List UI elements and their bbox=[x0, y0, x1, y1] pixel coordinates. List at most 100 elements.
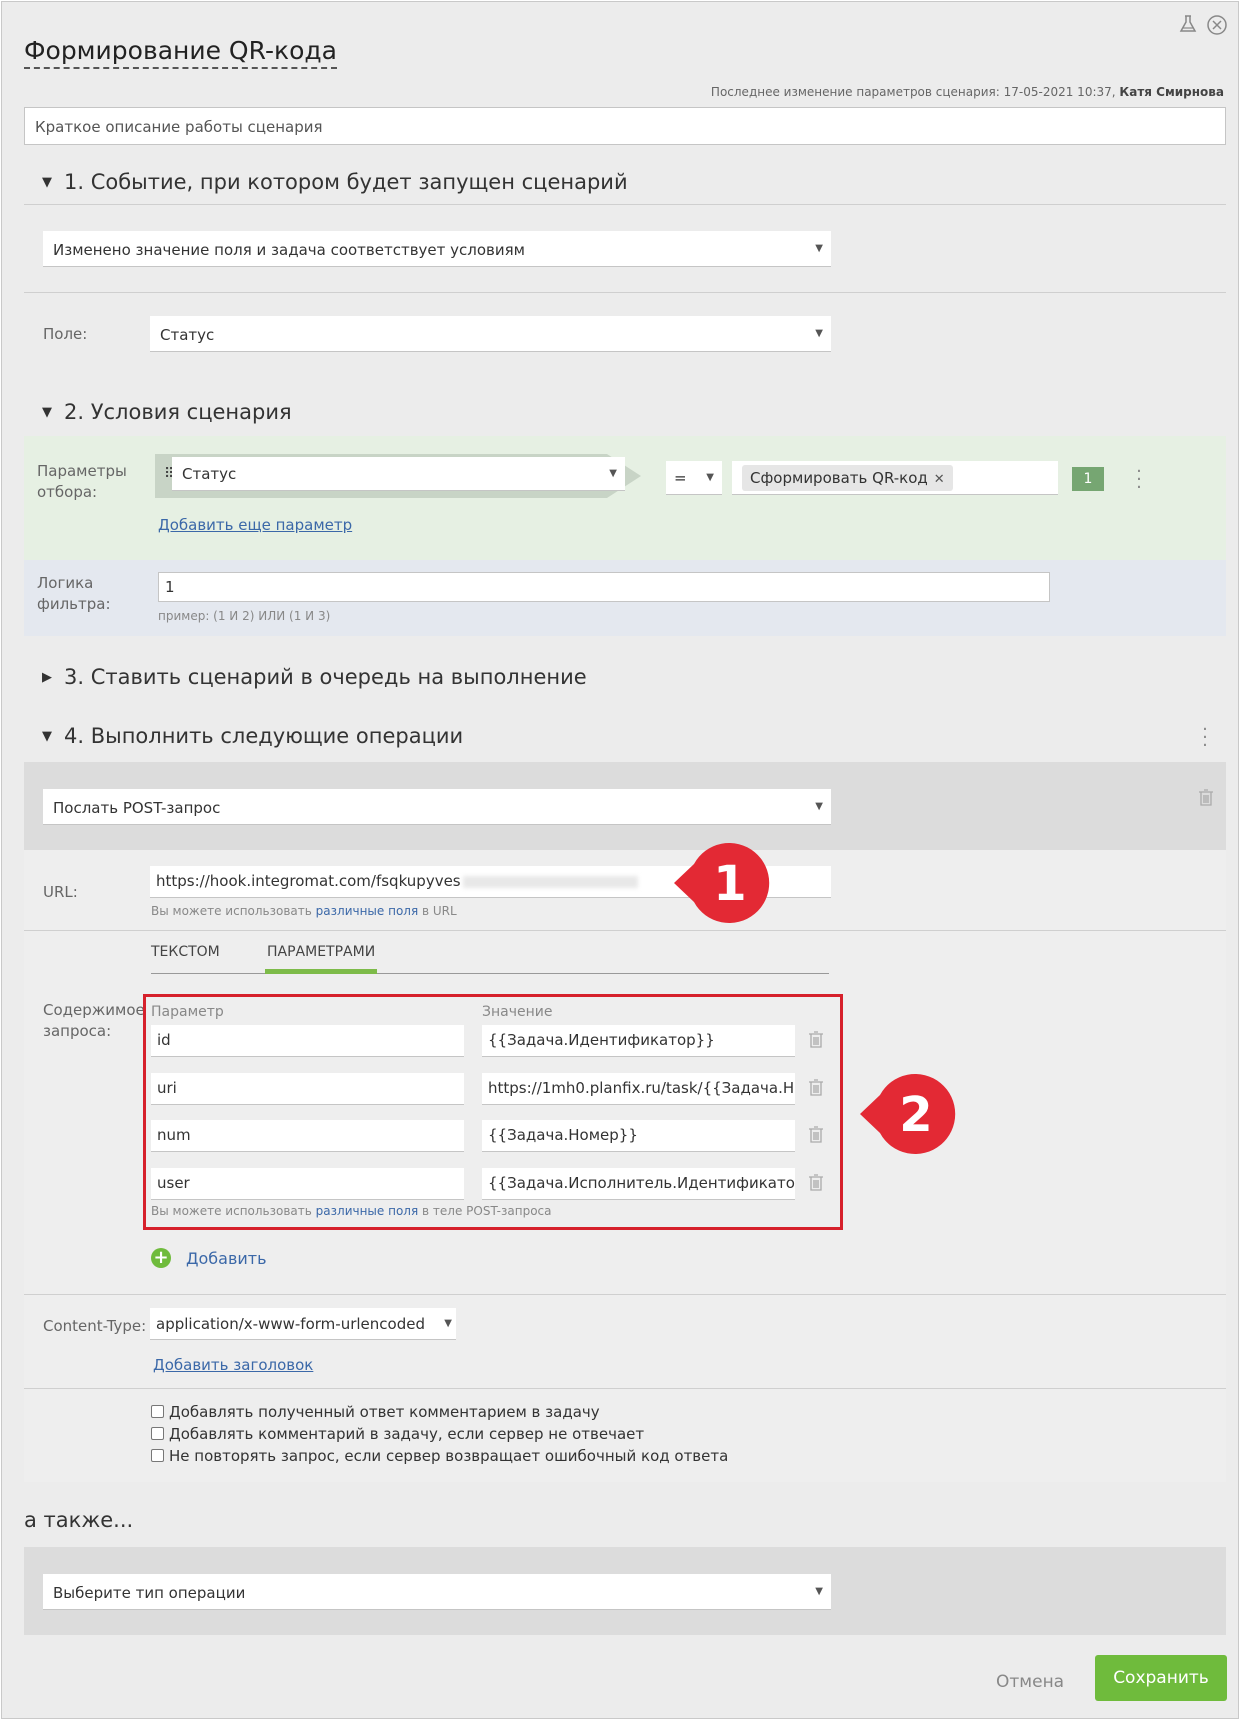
filter-logic-label: Логика фильтра: bbox=[37, 573, 111, 615]
trash-icon[interactable] bbox=[808, 1031, 824, 1049]
more-options-icon[interactable]: · · · bbox=[1134, 463, 1144, 497]
operation-select[interactable]: Послать POST-запрос ▼ bbox=[43, 789, 831, 825]
add-param-link[interactable]: Добавить еще параметр bbox=[158, 516, 352, 534]
checkbox[interactable] bbox=[151, 1405, 164, 1418]
tab-text[interactable]: ТЕКСТОМ bbox=[151, 944, 220, 960]
event-select[interactable]: Изменено значение поля и задача соответс… bbox=[43, 231, 831, 267]
param-value-input[interactable]: https://1mh0.planfix.ru/task/{{Задача.Н bbox=[482, 1073, 795, 1105]
body-hint-prefix: Вы можете использовать bbox=[151, 1204, 312, 1218]
tab-params[interactable]: ПАРАМЕТРАМИ bbox=[265, 944, 378, 974]
filter-params-label: Параметры отбора: bbox=[37, 461, 127, 503]
body-label-line2: запроса: bbox=[43, 1022, 112, 1040]
close-icon[interactable] bbox=[1206, 14, 1228, 36]
filter-logic-input[interactable]: 1 bbox=[158, 572, 1050, 602]
collapse-triangle-icon[interactable]: ▼ bbox=[42, 729, 64, 744]
url-hint-suffix: в URL bbox=[422, 904, 457, 918]
dropdown-caret-icon: ▼ bbox=[815, 801, 823, 812]
url-input-value: https://hook.integromat.com/fsqkupyves bbox=[156, 872, 461, 890]
operator-select[interactable]: = ▼ bbox=[666, 461, 722, 495]
scenario-window: Формирование QR-кода Последнее изменение… bbox=[1, 1, 1239, 1719]
annotation-marker-2: 2 bbox=[860, 1074, 956, 1154]
trash-icon[interactable] bbox=[1198, 789, 1214, 807]
section2-title: 2. Условия сценария bbox=[64, 400, 292, 424]
page-title[interactable]: Формирование QR-кода bbox=[24, 36, 337, 69]
field-select[interactable]: Статус ▼ bbox=[150, 316, 831, 352]
dropdown-caret-icon: ▼ bbox=[609, 468, 617, 479]
trash-icon[interactable] bbox=[808, 1079, 824, 1097]
param-value-input[interactable]: {{Задача.Идентификатор}} bbox=[482, 1025, 795, 1057]
field-label: Поле: bbox=[43, 325, 88, 343]
filter-logic-label-line2: фильтра: bbox=[37, 595, 111, 613]
content-type-label: Content-Type: bbox=[43, 1317, 147, 1335]
column-header-value: Значение bbox=[482, 1004, 553, 1020]
add-param-button[interactable]: Добавить bbox=[186, 1249, 267, 1268]
url-hint-link[interactable]: различные поля bbox=[316, 904, 419, 918]
also-title: а также... bbox=[24, 1508, 134, 1532]
last-modified-text: Последнее изменение параметров сценария:… bbox=[710, 85, 1116, 99]
body-label-line1: Содержимое bbox=[43, 1001, 145, 1019]
section3-header[interactable]: ▶ 3. Ставить сценарий в очередь на выполн… bbox=[42, 665, 587, 689]
remove-tag-icon[interactable]: ✕ bbox=[934, 472, 945, 487]
collapse-triangle-icon[interactable]: ▼ bbox=[42, 175, 64, 190]
trash-icon[interactable] bbox=[808, 1174, 824, 1192]
checkbox-add-response[interactable]: Добавлять полученный ответ комментарием … bbox=[151, 1403, 600, 1421]
collapse-triangle-icon[interactable]: ▼ bbox=[42, 405, 64, 420]
param-name-input[interactable]: uri bbox=[151, 1073, 464, 1105]
section2-header[interactable]: ▼ 2. Условия сценария bbox=[42, 400, 292, 424]
body-mode-tabs: ТЕКСТОМ ПАРАМЕТРАМИ bbox=[151, 942, 829, 974]
dropdown-caret-icon: ▼ bbox=[706, 472, 714, 483]
param-name-input[interactable]: id bbox=[151, 1025, 464, 1057]
add-header-link[interactable]: Добавить заголовок bbox=[153, 1356, 313, 1374]
annotation-marker-1: 1 bbox=[674, 843, 770, 923]
section1-header[interactable]: ▼ 1. Событие, при котором будет запущен с… bbox=[42, 170, 628, 194]
param-field-value: Статус bbox=[182, 465, 237, 483]
checkbox-no-retry[interactable]: Не повторять запрос, если сервер возвращ… bbox=[151, 1447, 728, 1465]
dropdown-caret-icon: ▼ bbox=[815, 243, 823, 254]
value-tag-label: Сформировать QR-код bbox=[750, 469, 928, 487]
add-circle-icon[interactable]: + bbox=[151, 1248, 171, 1268]
url-hint: Вы можете использовать различные поля в … bbox=[151, 904, 457, 918]
param-name-input[interactable]: user bbox=[151, 1168, 464, 1200]
body-label: Содержимое запроса: bbox=[43, 1000, 145, 1042]
param-field-select[interactable]: Статус ▼ bbox=[172, 457, 625, 491]
body-hint-suffix: в теле POST-запроса bbox=[422, 1204, 552, 1218]
filter-logic-label-line1: Логика bbox=[37, 574, 94, 592]
section4-header[interactable]: ▼ 4. Выполнить следующие операции bbox=[42, 724, 463, 748]
param-value-input[interactable]: {{Задача.Исполнитель.Идентификатор}} bbox=[482, 1168, 795, 1200]
section3-title: 3. Ставить сценарий в очередь на выполне… bbox=[64, 665, 587, 689]
checkbox-label: Не повторять запрос, если сервер возвращ… bbox=[169, 1447, 729, 1465]
body-hint: Вы можете использовать различные поля в … bbox=[151, 1204, 552, 1218]
field-select-value: Статус bbox=[160, 326, 215, 344]
operator-value: = bbox=[674, 469, 687, 487]
param-value-input[interactable]: {{Задача.Номер}} bbox=[482, 1120, 795, 1152]
description-input[interactable]: Краткое описание работы сценария bbox=[24, 107, 1226, 145]
param-name-input[interactable]: num bbox=[151, 1120, 464, 1152]
checkbox[interactable] bbox=[151, 1427, 164, 1440]
divider bbox=[24, 292, 1226, 293]
checkbox[interactable] bbox=[151, 1449, 164, 1462]
flask-icon[interactable] bbox=[1178, 14, 1198, 34]
value-tag[interactable]: Сформировать QR-код ✕ bbox=[742, 465, 953, 491]
url-hint-prefix: Вы можете использовать bbox=[151, 904, 312, 918]
divider bbox=[24, 204, 1226, 205]
blurred-text bbox=[462, 875, 638, 888]
cancel-button[interactable]: Отмена bbox=[996, 1672, 1064, 1692]
more-options-icon[interactable]: · · · bbox=[1200, 721, 1210, 755]
url-label: URL: bbox=[43, 883, 78, 901]
filter-params-label-line1: Параметры bbox=[37, 462, 127, 480]
last-modified-user: Катя Смирнова bbox=[1119, 85, 1224, 99]
trash-icon[interactable] bbox=[808, 1126, 824, 1144]
save-button[interactable]: Сохранить bbox=[1095, 1655, 1227, 1701]
operation-select-value: Послать POST-запрос bbox=[53, 799, 221, 817]
last-modified: Последнее изменение параметров сценария:… bbox=[711, 85, 1224, 99]
section1-title: 1. Событие, при котором будет запущен сц… bbox=[64, 170, 628, 194]
checkbox-add-comment-no-response[interactable]: Добавлять комментарий в задачу, если сер… bbox=[151, 1425, 644, 1443]
column-header-param: Параметр bbox=[151, 1004, 224, 1020]
content-type-value: application/x-www-form-urlencoded bbox=[156, 1315, 425, 1333]
expand-triangle-icon[interactable]: ▶ bbox=[42, 670, 64, 685]
operation-type-select[interactable]: Выберите тип операции ▼ bbox=[43, 1574, 831, 1610]
param-number-badge: 1 bbox=[1072, 467, 1104, 491]
content-type-select[interactable]: application/x-www-form-urlencoded ▼ bbox=[150, 1308, 456, 1340]
body-hint-link[interactable]: различные поля bbox=[316, 1204, 419, 1218]
marker-number: 1 bbox=[713, 856, 746, 912]
